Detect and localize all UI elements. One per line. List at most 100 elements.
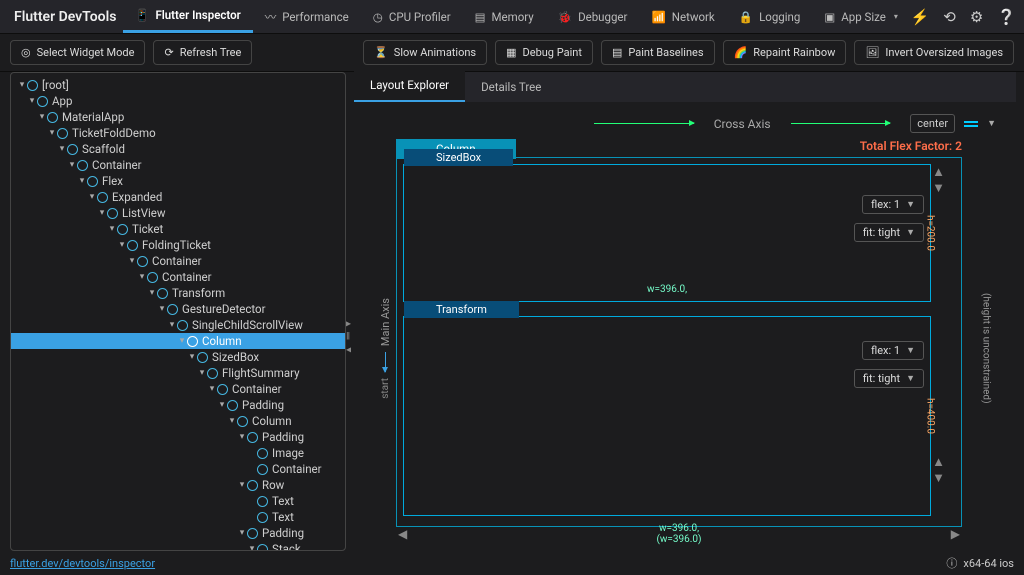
- disclosure-icon[interactable]: ▾: [147, 288, 157, 298]
- tree-node-padding[interactable]: ▾Padding: [11, 397, 345, 413]
- tree-node-container[interactable]: ▾Container: [11, 157, 345, 173]
- disclosure-icon[interactable]: ▾: [237, 480, 247, 490]
- fit-dropdown[interactable]: fit: tight▼: [854, 369, 924, 388]
- widget-icon: [27, 80, 38, 91]
- tab-cpu-profiler[interactable]: ◷CPU Profiler: [361, 0, 463, 33]
- tree-node-sizedbox[interactable]: ▾SizedBox: [11, 349, 345, 365]
- alignment-icon: [963, 117, 979, 131]
- tree-node-expanded[interactable]: ▾Expanded: [11, 189, 345, 205]
- disclosure-icon[interactable]: ▾: [77, 176, 87, 186]
- disclosure-icon[interactable]: ▾: [167, 320, 177, 330]
- flex-dropdown[interactable]: flex: 1▼: [862, 195, 924, 214]
- disclosure-icon[interactable]: ▾: [107, 224, 117, 234]
- tab-layout-explorer[interactable]: Layout Explorer: [354, 70, 465, 102]
- tree-node-transform[interactable]: ▾Transform: [11, 285, 345, 301]
- disclosure-icon[interactable]: ▾: [237, 528, 247, 538]
- tree-node-text[interactable]: Text: [11, 493, 345, 509]
- disclosure-icon[interactable]: ▾: [17, 80, 27, 90]
- tree-node-container[interactable]: ▾Container: [11, 381, 345, 397]
- bolt-icon[interactable]: ⚡: [911, 8, 930, 26]
- grid-icon: ▦: [506, 46, 516, 59]
- tree-node-column[interactable]: ▾Column: [11, 333, 345, 349]
- tree-node-label: Text: [272, 494, 294, 508]
- disclosure-icon[interactable]: ▾: [207, 384, 217, 394]
- gear-icon[interactable]: ⚙: [970, 8, 983, 26]
- tree-node-ticket[interactable]: ▾Ticket: [11, 221, 345, 237]
- disclosure-icon[interactable]: [247, 448, 257, 458]
- disclosure-icon[interactable]: ▾: [27, 96, 37, 106]
- disclosure-icon[interactable]: ▾: [157, 304, 167, 314]
- disclosure-icon[interactable]: ▾: [187, 352, 197, 362]
- child-sizedbox[interactable]: SizedBox flex: 1▼ fit: tight▼ w=396.0, h…: [403, 164, 931, 302]
- paint-baselines-button[interactable]: ▤Paint Baselines: [601, 40, 715, 65]
- debug-paint-button[interactable]: ▦Debug Paint: [495, 40, 593, 65]
- disclosure-icon[interactable]: ▾: [117, 240, 127, 250]
- disclosure-icon[interactable]: ▾: [57, 144, 67, 154]
- tree-node-container[interactable]: Container: [11, 461, 345, 477]
- tree-node-container[interactable]: ▾Container: [11, 253, 345, 269]
- tree-node-[root][interactable]: ▾[root]: [11, 77, 345, 93]
- tree-node-text[interactable]: Text: [11, 509, 345, 525]
- disclosure-icon[interactable]: ▾: [87, 192, 97, 202]
- tree-node-listview[interactable]: ▾ListView: [11, 205, 345, 221]
- tree-node-stack[interactable]: ▾Stack: [11, 541, 345, 550]
- cross-axis-alignment-dropdown[interactable]: center: [910, 114, 955, 133]
- disclosure-icon[interactable]: ▾: [227, 416, 237, 426]
- history-icon[interactable]: ⟲: [943, 8, 956, 26]
- repaint-rainbow-button[interactable]: 🌈Repaint Rainbow: [723, 40, 847, 65]
- select-widget-mode-button[interactable]: ◎Select Widget Mode: [10, 40, 145, 65]
- docs-link[interactable]: flutter.dev/devtools/inspector: [10, 557, 155, 570]
- tree-node-materialapp[interactable]: ▾MaterialApp: [11, 109, 345, 125]
- disclosure-icon[interactable]: [247, 512, 257, 522]
- tree-node-foldingticket[interactable]: ▾FoldingTicket: [11, 237, 345, 253]
- tree-node-flex[interactable]: ▾Flex: [11, 173, 345, 189]
- tab-flutter-inspector[interactable]: 📱Flutter Inspector: [123, 0, 253, 33]
- image-icon: 🖼: [865, 46, 879, 59]
- tree-node-row[interactable]: ▾Row: [11, 477, 345, 493]
- tab-app-size[interactable]: ▣App Size▾: [812, 0, 910, 33]
- disclosure-icon[interactable]: ▾: [67, 160, 77, 170]
- refresh-tree-button[interactable]: ⟳Refresh Tree: [153, 40, 252, 65]
- tab-details-tree[interactable]: Details Tree: [465, 72, 557, 102]
- tab-debugger[interactable]: 🐞Debugger: [546, 0, 640, 33]
- disclosure-icon[interactable]: ▾: [217, 400, 227, 410]
- tab-memory[interactable]: ▤Memory: [463, 0, 546, 33]
- disclosure-icon[interactable]: ▾: [237, 432, 247, 442]
- chevron-down-icon[interactable]: ▼: [987, 118, 996, 129]
- fit-dropdown[interactable]: fit: tight▼: [854, 223, 924, 242]
- child-transform[interactable]: Transform flex: 1▼ fit: tight▼ h=400.0: [403, 316, 931, 516]
- disclosure-icon[interactable]: ▾: [127, 256, 137, 266]
- disclosure-icon[interactable]: [247, 496, 257, 506]
- tree-node-gesturedetector[interactable]: ▾GestureDetector: [11, 301, 345, 317]
- tree-node-scaffold[interactable]: ▾Scaffold: [11, 141, 345, 157]
- flex-dropdown[interactable]: flex: 1▼: [862, 341, 924, 360]
- disclosure-icon[interactable]: ▾: [37, 112, 47, 122]
- disclosure-icon[interactable]: ▾: [197, 368, 207, 378]
- disclosure-icon[interactable]: ▾: [97, 208, 107, 218]
- tree-node-container[interactable]: ▾Container: [11, 269, 345, 285]
- tab-network[interactable]: 📶Network: [639, 0, 726, 33]
- slow-animations-button[interactable]: ⏳Slow Animations: [363, 40, 487, 65]
- tree-node-flightsummary[interactable]: ▾FlightSummary: [11, 365, 345, 381]
- tree-node-padding[interactable]: ▾Padding: [11, 429, 345, 445]
- transform-label: Transform: [404, 301, 519, 318]
- tree-node-image[interactable]: Image: [11, 445, 345, 461]
- disclosure-icon[interactable]: ▾: [137, 272, 147, 282]
- disclosure-icon[interactable]: ▾: [247, 544, 257, 550]
- disclosure-icon[interactable]: ▾: [177, 336, 187, 346]
- tree-node-app[interactable]: ▾App: [11, 93, 345, 109]
- tab-performance[interactable]: 〰Performance: [253, 0, 361, 33]
- panel-resize-handle[interactable]: ▸‖◂: [346, 318, 351, 355]
- tree-node-ticketfolddemo[interactable]: ▾TicketFoldDemo: [11, 125, 345, 141]
- disclosure-icon[interactable]: [247, 464, 257, 474]
- tree-node-singlechildscrollview[interactable]: ▾SingleChildScrollView: [11, 317, 345, 333]
- disclosure-icon[interactable]: ▾: [47, 128, 57, 138]
- tab-logging[interactable]: 🔒Logging: [727, 0, 813, 33]
- invert-oversized-button[interactable]: 🖼Invert Oversized Images: [854, 40, 1014, 65]
- column-box[interactable]: ▲▼ ▲▼ SizedBox flex: 1▼ fit: tight▼ w=39…: [396, 157, 962, 527]
- tree-node-padding[interactable]: ▾Padding: [11, 525, 345, 541]
- pulse-icon: 〰: [265, 9, 277, 25]
- tree-node-column[interactable]: ▾Column: [11, 413, 345, 429]
- help-icon[interactable]: ❔: [997, 8, 1016, 26]
- widget-tree[interactable]: ▾[root]▾App▾MaterialApp▾TicketFoldDemo▾S…: [11, 73, 345, 550]
